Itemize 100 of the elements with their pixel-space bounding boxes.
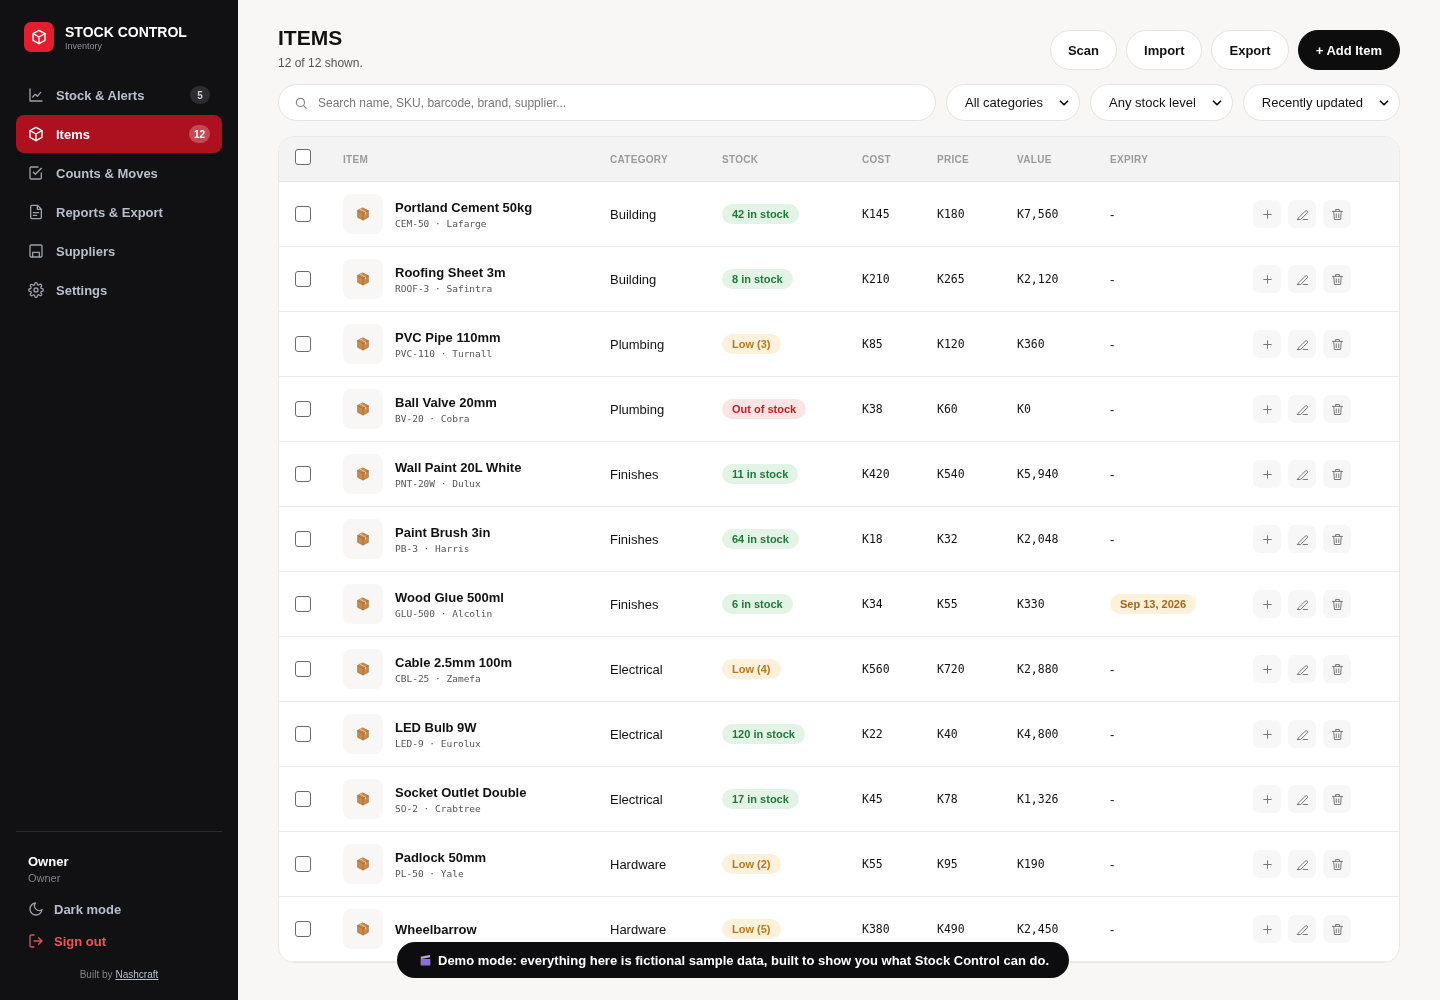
edit-button[interactable] bbox=[1288, 525, 1316, 553]
checkbox[interactable] bbox=[295, 791, 311, 807]
edit-button[interactable] bbox=[1288, 590, 1316, 618]
edit-button[interactable] bbox=[1288, 460, 1316, 488]
sidebar-item[interactable]: Stock & Alerts 5 bbox=[16, 76, 222, 114]
table-cell: - bbox=[1110, 726, 1115, 742]
action-button[interactable]: Import bbox=[1126, 30, 1203, 70]
delete-button[interactable] bbox=[1323, 590, 1351, 618]
filter-dropdown[interactable]: Any stock level bbox=[1090, 84, 1233, 121]
edit-button[interactable] bbox=[1288, 720, 1316, 748]
checkbox[interactable] bbox=[295, 336, 311, 352]
dark-mode-toggle[interactable]: Dark mode bbox=[28, 901, 222, 917]
edit-button[interactable] bbox=[1288, 395, 1316, 423]
search-field[interactable]: Search name, SKU, barcode, brand, supplier... bbox=[278, 84, 937, 121]
table-cell: K380 bbox=[862, 922, 890, 936]
add-stock-button[interactable] bbox=[1253, 460, 1281, 488]
action-button[interactable]: + Add Item bbox=[1297, 30, 1400, 70]
delete-button[interactable] bbox=[1323, 200, 1351, 228]
add-stock-button[interactable] bbox=[1253, 265, 1281, 293]
edit-button[interactable] bbox=[1288, 265, 1316, 293]
delete-button[interactable] bbox=[1323, 265, 1351, 293]
app-subtitle: Inventory bbox=[65, 40, 104, 51]
checkbox[interactable] bbox=[295, 531, 311, 547]
filter-dropdown[interactable]: Recently updated bbox=[1242, 84, 1400, 121]
edit-button[interactable] bbox=[1288, 200, 1316, 228]
action-button[interactable]: Scan bbox=[1049, 30, 1118, 70]
table-cell: Plumbing bbox=[610, 401, 665, 417]
trash-icon bbox=[1329, 466, 1345, 482]
table-cell: K60 bbox=[937, 402, 958, 416]
delete-button[interactable] bbox=[1323, 915, 1351, 943]
stock-badge: Low (3) bbox=[722, 334, 781, 354]
user-name: Owner bbox=[28, 854, 70, 869]
item-sku: CBL-25 · Zamefa bbox=[395, 672, 482, 684]
delete-button[interactable] bbox=[1323, 330, 1351, 358]
add-stock-button[interactable] bbox=[1253, 330, 1281, 358]
add-stock-button[interactable] bbox=[1253, 525, 1281, 553]
sidebar-item[interactable]: Counts & Moves bbox=[16, 154, 222, 192]
user-role: Owner bbox=[28, 872, 62, 884]
item-sku: PVC-110 · Turnall bbox=[395, 347, 494, 359]
add-stock-button[interactable] bbox=[1253, 850, 1281, 878]
item-sku: BV-20 · Cobra bbox=[395, 412, 471, 424]
table-cell: K145 bbox=[862, 207, 890, 221]
table-cell: K330 bbox=[1017, 597, 1045, 611]
edit-button[interactable] bbox=[1288, 915, 1316, 943]
checkbox[interactable] bbox=[295, 596, 311, 612]
trash-icon bbox=[1329, 336, 1345, 352]
edit-button[interactable] bbox=[1288, 330, 1316, 358]
add-stock-button[interactable] bbox=[1253, 915, 1281, 943]
checkbox[interactable] bbox=[295, 661, 311, 677]
sidebar-item[interactable]: Items 12 bbox=[16, 115, 222, 153]
trash-icon bbox=[1329, 791, 1345, 807]
table-cell: - bbox=[1110, 791, 1115, 807]
logo bbox=[24, 22, 54, 52]
checkbox[interactable] bbox=[295, 466, 311, 482]
table-cell: K45 bbox=[862, 792, 883, 806]
add-stock-button[interactable] bbox=[1253, 200, 1281, 228]
stock-badge: 120 in stock bbox=[722, 724, 805, 744]
trash-icon bbox=[1329, 596, 1345, 612]
delete-button[interactable] bbox=[1323, 460, 1351, 488]
stock-badge: 6 in stock bbox=[722, 594, 793, 614]
box-icon bbox=[355, 921, 371, 937]
checkbox[interactable] bbox=[295, 726, 311, 742]
item-sku: CEM-50 · Lafarge bbox=[395, 217, 488, 229]
filter-dropdown[interactable]: All categories bbox=[946, 84, 1081, 121]
trash-icon bbox=[1329, 661, 1345, 677]
delete-button[interactable] bbox=[1323, 785, 1351, 813]
table-cell: K85 bbox=[862, 337, 883, 351]
edit-button[interactable] bbox=[1288, 850, 1316, 878]
box-icon bbox=[355, 401, 371, 417]
edit-button[interactable] bbox=[1288, 655, 1316, 683]
count-badge: 12 bbox=[188, 125, 210, 143]
checkbox[interactable] bbox=[295, 271, 311, 287]
table-cell: K7,560 bbox=[1017, 207, 1059, 221]
add-stock-button[interactable] bbox=[1253, 590, 1281, 618]
checkbox[interactable] bbox=[295, 149, 311, 165]
table-cell: - bbox=[1110, 401, 1115, 417]
add-stock-button[interactable] bbox=[1253, 655, 1281, 683]
trash-icon bbox=[1329, 271, 1345, 287]
sidebar-item[interactable]: Suppliers bbox=[16, 232, 222, 270]
box-icon bbox=[355, 206, 371, 222]
checkbox[interactable] bbox=[295, 921, 311, 937]
delete-button[interactable] bbox=[1323, 525, 1351, 553]
checkbox[interactable] bbox=[295, 401, 311, 417]
checkbox[interactable] bbox=[295, 856, 311, 872]
stock-badge: 8 in stock bbox=[722, 269, 793, 289]
delete-button[interactable] bbox=[1323, 655, 1351, 683]
edit-button[interactable] bbox=[1288, 785, 1316, 813]
delete-button[interactable] bbox=[1323, 850, 1351, 878]
credit-link[interactable]: Nashcraft bbox=[115, 969, 159, 980]
action-button[interactable]: Export bbox=[1211, 30, 1289, 70]
add-stock-button[interactable] bbox=[1253, 395, 1281, 423]
sidebar-item[interactable]: Settings bbox=[16, 271, 222, 309]
sidebar-item[interactable]: Reports & Export bbox=[16, 193, 222, 231]
count-badge: 5 bbox=[190, 86, 210, 104]
delete-button[interactable] bbox=[1323, 720, 1351, 748]
add-stock-button[interactable] bbox=[1253, 785, 1281, 813]
sign-out-link[interactable]: Sign out bbox=[28, 933, 222, 949]
add-stock-button[interactable] bbox=[1253, 720, 1281, 748]
checkbox[interactable] bbox=[295, 206, 311, 222]
delete-button[interactable] bbox=[1323, 395, 1351, 423]
